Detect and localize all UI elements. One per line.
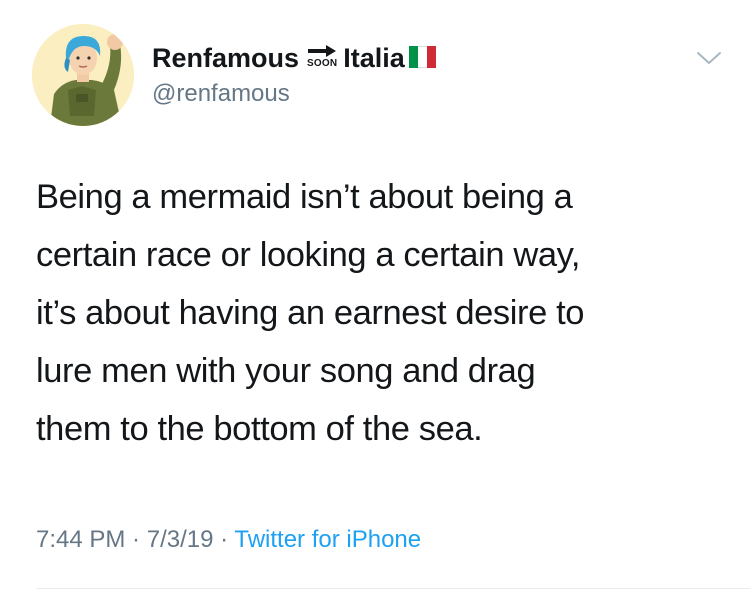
avatar[interactable] (32, 24, 134, 126)
tweet-date[interactable]: 7/3/19 (147, 526, 214, 553)
display-name-suffix[interactable]: Italia (343, 43, 405, 74)
chevron-down-icon[interactable] (695, 46, 723, 68)
user-name-row[interactable]: Renfamous SOON Italia (152, 40, 436, 76)
soon-label: SOON (307, 57, 338, 69)
display-name[interactable]: Renfamous (152, 43, 299, 74)
separator: · (125, 526, 147, 553)
italy-flag-icon (408, 46, 436, 68)
tweet-meta: 7:44 PM · 7/3/19 · Twitter for iPhone (36, 526, 421, 554)
separator: · (213, 526, 235, 553)
user-handle[interactable]: @renfamous (152, 80, 290, 108)
avatar-illustration (32, 24, 134, 126)
tweet-source-link[interactable]: Twitter for iPhone (234, 526, 421, 553)
tweet-text: Being a mermaid isn’t about being a cert… (36, 178, 585, 448)
soon-arrow-icon: SOON (307, 44, 337, 69)
divider (36, 588, 750, 589)
tweet-time[interactable]: 7:44 PM (36, 526, 125, 553)
